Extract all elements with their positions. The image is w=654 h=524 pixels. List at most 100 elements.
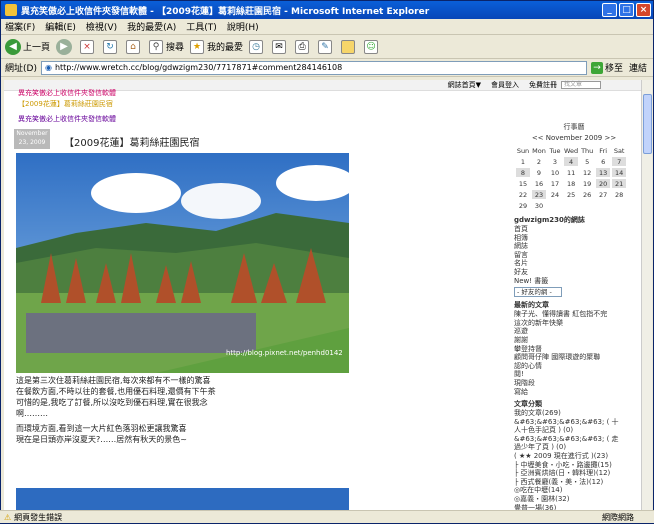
calendar-day[interactable]: 6 [596, 157, 610, 166]
home-button[interactable]: ⌂ [126, 39, 143, 54]
calendar-day[interactable]: 2 [532, 157, 546, 166]
promo-link[interactable]: 異充笑傲必上收信件夾發信軟體 [18, 88, 116, 98]
sidebar-nav-item[interactable]: 網誌 [514, 242, 634, 251]
menu-tools[interactable]: 工具(T) [186, 20, 217, 33]
maximize-button[interactable]: □ [619, 3, 634, 17]
sidebar-nav-item[interactable]: 好友 [514, 268, 634, 277]
history-button[interactable]: ◷ [249, 39, 266, 54]
recent-article-link[interactable]: 認的心情 [514, 362, 634, 371]
sidebar-nav-item[interactable]: 相簿 [514, 234, 634, 243]
menu-file[interactable]: 檔案(F) [5, 20, 35, 33]
sidebar-nav-item[interactable]: 名片 [514, 259, 634, 268]
category-link[interactable]: 人十色手記頁 ) (0) [514, 426, 634, 435]
calendar-day[interactable]: 3 [548, 157, 562, 166]
post-paragraph-2: 而環境方面,看到這一大片紅色落羽松更讓我驚喜 現在是日頭亦岸沒夏天?……居然有秋… [16, 424, 187, 444]
calendar-day[interactable]: 29 [516, 201, 530, 210]
go-button[interactable]: → 移至 [590, 61, 623, 74]
category-link[interactable]: &#63;&#63;&#63;&#63; ( 走 [514, 435, 634, 444]
calendar-day[interactable]: 9 [532, 168, 546, 177]
security-zone: 網際網路 [602, 512, 634, 522]
menu-view[interactable]: 檢視(V) [86, 20, 117, 33]
print-button[interactable]: ⎙ [295, 39, 312, 54]
post-paragraph-1: 這是第三次住葛莉絲莊園民宿,每次來都有不一樣的驚喜 在餐飲方面,不時以往的套餐,… [16, 376, 216, 418]
calendar-day[interactable]: 16 [532, 179, 546, 188]
post-title[interactable]: 【2009花蓮】葛莉絲莊園民宿 [64, 134, 199, 149]
calendar-nav[interactable]: << November 2009 >> [514, 134, 634, 142]
category-link[interactable]: ◎嘉義・園林(32) [514, 495, 634, 504]
edit-button[interactable]: ✎ [318, 39, 335, 54]
category-link[interactable]: &#63;&#63;&#63;&#63; ( 十 [514, 418, 634, 427]
recent-article-link[interactable]: 寫給 [514, 388, 634, 397]
post-link[interactable]: 【2009花蓮】葛莉絲莊園民宿 [18, 99, 113, 109]
messenger-button[interactable]: ☺ [364, 39, 381, 54]
recent-article-link[interactable]: 陳子光、懂得讀書 紅包指不完 [514, 310, 634, 319]
calendar-day[interactable]: 7 [612, 157, 627, 166]
category-link[interactable]: 我的文章(269) [514, 409, 634, 418]
blog-home-link[interactable]: 網誌首頁▼ [448, 80, 481, 90]
blog-name[interactable]: gdwzigm230的網誌 [514, 215, 634, 225]
category-link[interactable]: ├ 西式餐廳(義・美・法)(12) [514, 478, 634, 487]
calendar-day[interactable]: 23 [532, 190, 546, 199]
warning-icon: ⚠ [4, 512, 12, 522]
calendar-day[interactable]: 21 [612, 179, 627, 188]
calendar-day[interactable]: 14 [612, 168, 627, 177]
calendar-day[interactable]: 26 [580, 190, 594, 199]
calendar-day[interactable]: 8 [516, 168, 530, 177]
back-button[interactable]: ◀ 上一頁 [5, 38, 50, 55]
recent-article-link[interactable]: 巡遊 [514, 327, 634, 336]
mail-button[interactable]: ✉ [272, 39, 289, 54]
calendar-day[interactable]: 18 [564, 179, 578, 188]
recent-article-link[interactable]: 閱! [514, 370, 634, 379]
folder-button[interactable] [341, 39, 358, 54]
vertical-scrollbar[interactable] [641, 80, 652, 510]
menu-edit[interactable]: 編輯(E) [45, 20, 76, 33]
calendar-day[interactable]: 20 [596, 179, 611, 188]
login-link[interactable]: 會員登入 [491, 80, 519, 90]
calendar-day[interactable]: 27 [596, 190, 610, 199]
calendar-day[interactable]: 5 [580, 157, 594, 166]
sidebar-nav-item[interactable]: 留言 [514, 251, 634, 260]
calendar-day[interactable]: 12 [580, 168, 594, 177]
recent-article-link[interactable]: 攀登持督 [514, 345, 634, 354]
address-input[interactable]: ◉ http://www.wretch.cc/blog/gdwzigm230/7… [40, 60, 587, 75]
stop-button[interactable]: × [80, 39, 97, 54]
calendar-day[interactable]: 11 [564, 168, 578, 177]
calendar-day[interactable]: 28 [612, 190, 626, 199]
minimize-button[interactable]: _ [602, 3, 617, 17]
menu-help[interactable]: 說明(H) [227, 20, 259, 33]
category-link[interactable]: ( ★★ 2009 現在進行式 )(23) [514, 452, 634, 461]
calendar-day[interactable]: 13 [596, 168, 611, 177]
calendar-day[interactable]: 22 [516, 190, 530, 199]
refresh-button[interactable]: ↻ [103, 39, 120, 54]
close-button[interactable]: × [636, 3, 651, 17]
calendar-day[interactable]: 10 [548, 168, 562, 177]
sidebar-nav-item[interactable]: 首頁 [514, 225, 634, 234]
calendar-day[interactable]: 15 [516, 179, 530, 188]
links-button[interactable]: 連結 [629, 61, 647, 74]
search-button[interactable]: ⚲ 搜尋 [149, 39, 184, 54]
recent-article-link[interactable]: 謝謝 [514, 336, 634, 345]
menu-favorites[interactable]: 我的最愛(A) [127, 20, 176, 33]
search-input[interactable]: 找文章 [561, 81, 601, 89]
calendar-day[interactable]: 4 [564, 157, 579, 166]
category-link[interactable]: ├ 中壢美食・小吃・路邊攤(15) [514, 461, 634, 470]
promo-link-2[interactable]: 異充笑傲必上收信件夾發信軟體 [18, 114, 116, 124]
forward-button[interactable]: ▶ [56, 38, 74, 55]
favorites-button[interactable]: ★ 我的最愛 [190, 39, 243, 54]
recent-article-link[interactable]: 現階段 [514, 379, 634, 388]
calendar-day[interactable]: 1 [516, 157, 530, 166]
sidebar-nav-item[interactable]: New! 書籤 [514, 277, 634, 286]
category-link[interactable]: ◎吃在中壢(14) [514, 486, 634, 495]
calendar-day[interactable]: 30 [532, 201, 546, 210]
calendar-day[interactable]: 24 [548, 190, 562, 199]
calendar-day[interactable]: 25 [564, 190, 578, 199]
friends-select[interactable]: - 好友的網 - [514, 287, 562, 298]
calendar-day[interactable]: 19 [580, 179, 594, 188]
recent-article-link[interactable]: 顧問哥仔陣 國際環遊的聚聯 [514, 353, 634, 362]
category-link[interactable]: 過少年了頁 ) (0) [514, 443, 634, 452]
calendar-day[interactable]: 17 [548, 179, 562, 188]
recent-article-link[interactable]: 這次的新年快樂 [514, 319, 634, 328]
register-link[interactable]: 免費註冊 [529, 80, 557, 90]
scrollbar-thumb[interactable] [643, 94, 652, 154]
category-link[interactable]: ├ 亞洲賓烘焙(日・韓料理)(12) [514, 469, 634, 478]
